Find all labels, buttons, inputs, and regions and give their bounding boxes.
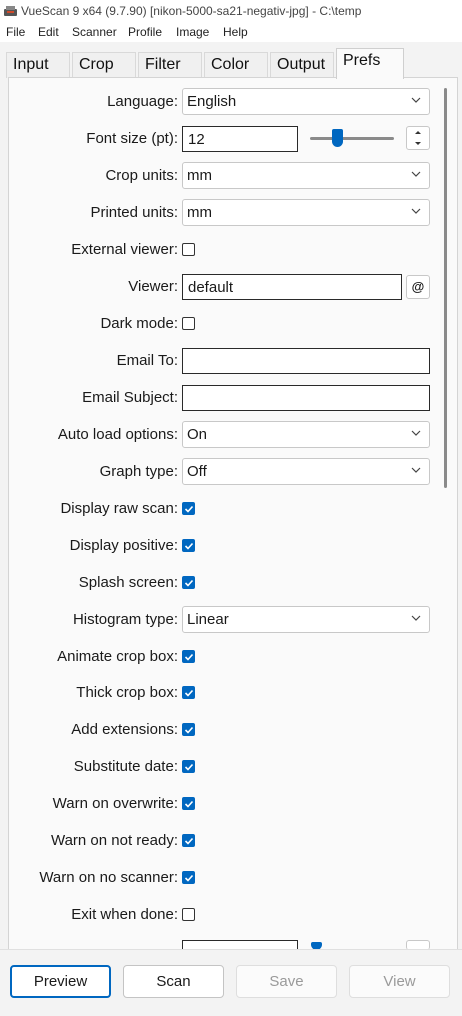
checkmark-icon — [184, 542, 194, 550]
bottom-button-bar: Preview Scan Save View — [0, 949, 462, 1016]
animate-crop-box-label: Animate crop box: — [57, 648, 178, 665]
graph-type-value: Off — [187, 463, 207, 480]
warn-on-not-ready-checkbox[interactable] — [182, 834, 195, 847]
auto-load-options-value: On — [187, 426, 208, 443]
histogram-type-select[interactable]: Linear — [182, 606, 430, 633]
auto-load-options-label: Auto load options: — [57, 426, 178, 443]
title-bar: VueScan 9 x64 (9.7.90) [nikon-5000-sa21-… — [0, 0, 462, 22]
thick-crop-box-label: Thick crop box: — [76, 684, 178, 701]
external-viewer-checkbox[interactable] — [182, 243, 195, 256]
email-subject-label: Email Subject: — [82, 389, 178, 406]
language-label: Language: — [107, 93, 178, 110]
menu-bar: File Edit Scanner Profile Image Help — [0, 22, 462, 42]
chevron-down-icon — [411, 615, 421, 621]
tab-strip: Input Crop Filter Color Output Prefs — [0, 42, 462, 79]
splash-screen-label: Splash screen: — [78, 574, 178, 591]
language-value: English — [187, 93, 237, 110]
chevron-down-icon — [411, 97, 421, 103]
display-positive-label: Display positive: — [69, 537, 178, 554]
animate-crop-box-checkbox[interactable] — [182, 650, 195, 663]
tab-filter[interactable]: Filter — [138, 52, 202, 78]
language-select[interactable]: English — [182, 88, 430, 115]
email-to-label: Email To: — [116, 352, 178, 369]
scrollbar-thumb[interactable] — [444, 88, 447, 488]
thick-crop-box-checkbox[interactable] — [182, 686, 195, 699]
tab-prefs[interactable]: Prefs — [336, 48, 404, 79]
viewer-input[interactable]: default — [182, 274, 402, 300]
display-positive-checkbox[interactable] — [182, 539, 195, 552]
font-size-input[interactable]: 12 — [182, 126, 298, 152]
checkmark-icon — [184, 726, 194, 734]
font-size-slider-thumb[interactable] — [331, 129, 343, 147]
warn-on-overwrite-label: Warn on overwrite: — [52, 795, 178, 812]
chevron-down-icon — [411, 467, 421, 473]
printed-units-value: mm — [187, 204, 212, 221]
checkmark-icon — [184, 837, 194, 845]
menu-image[interactable]: Image — [176, 25, 209, 39]
checkmark-icon — [184, 653, 194, 661]
menu-edit[interactable]: Edit — [38, 25, 59, 39]
font-size-slider[interactable] — [310, 137, 394, 140]
warn-on-no-scanner-checkbox[interactable] — [182, 871, 195, 884]
window-title: VueScan 9 x64 (9.7.90) [nikon-5000-sa21-… — [21, 4, 362, 18]
chevron-down-icon — [411, 430, 421, 436]
scan-button[interactable]: Scan — [123, 965, 224, 998]
chevron-down-icon — [411, 171, 421, 177]
histogram-type-value: Linear — [187, 611, 229, 628]
save-button[interactable]: Save — [236, 965, 337, 998]
tab-output[interactable]: Output — [270, 52, 334, 78]
warn-on-no-scanner-label: Warn on no scanner: — [39, 869, 178, 886]
crop-units-select[interactable]: mm — [182, 162, 430, 189]
font-size-stepper[interactable] — [406, 126, 430, 150]
viewer-browse-button[interactable]: @ — [406, 275, 430, 299]
histogram-type-label: Histogram type: — [72, 611, 178, 628]
vuescan-app-icon — [4, 6, 17, 16]
email-subject-input[interactable] — [182, 385, 430, 411]
printed-units-select[interactable]: mm — [182, 199, 430, 226]
checkmark-icon — [184, 763, 194, 771]
warn-on-not-ready-label: Warn on not ready: — [50, 832, 178, 849]
chevron-down-icon — [411, 208, 421, 214]
arrow-down-icon[interactable] — [407, 138, 429, 149]
substitute-date-label: Substitute date: — [73, 758, 178, 775]
crop-units-label: Crop units: — [105, 167, 178, 184]
exit-when-done-checkbox[interactable] — [182, 908, 195, 921]
checkmark-icon — [184, 874, 194, 882]
splash-screen-checkbox[interactable] — [182, 576, 195, 589]
graph-type-label: Graph type: — [99, 463, 178, 480]
checkmark-icon — [184, 579, 194, 587]
external-viewer-label: External viewer: — [71, 241, 178, 258]
graph-type-select[interactable]: Off — [182, 458, 430, 485]
checkmark-icon — [184, 689, 194, 697]
printed-units-label: Printed units: — [90, 204, 178, 221]
add-extensions-label: Add extensions: — [71, 721, 178, 738]
crop-units-value: mm — [187, 167, 212, 184]
tab-color[interactable]: Color — [204, 52, 268, 78]
view-button[interactable]: View — [349, 965, 450, 998]
auto-load-options-select[interactable]: On — [182, 421, 430, 448]
checkmark-icon — [184, 800, 194, 808]
display-raw-scan-checkbox[interactable] — [182, 502, 195, 515]
arrow-up-icon[interactable] — [407, 127, 429, 138]
menu-profile[interactable]: Profile — [128, 25, 162, 39]
menu-scanner[interactable]: Scanner — [72, 25, 117, 39]
font-size-label: Font size (pt): — [86, 130, 178, 147]
tab-crop[interactable]: Crop — [72, 52, 136, 78]
substitute-date-checkbox[interactable] — [182, 760, 195, 773]
dark-mode-label: Dark mode: — [100, 315, 178, 332]
menu-file[interactable]: File — [6, 25, 25, 39]
add-extensions-checkbox[interactable] — [182, 723, 195, 736]
tab-input[interactable]: Input — [6, 52, 70, 78]
dark-mode-checkbox[interactable] — [182, 317, 195, 330]
display-raw-scan-label: Display raw scan: — [60, 500, 178, 517]
viewer-label: Viewer: — [128, 278, 178, 295]
menu-help[interactable]: Help — [223, 25, 248, 39]
warn-on-overwrite-checkbox[interactable] — [182, 797, 195, 810]
checkmark-icon — [184, 505, 194, 513]
email-to-input[interactable] — [182, 348, 430, 374]
preview-button[interactable]: Preview — [10, 965, 111, 998]
exit-when-done-label: Exit when done: — [71, 906, 178, 923]
